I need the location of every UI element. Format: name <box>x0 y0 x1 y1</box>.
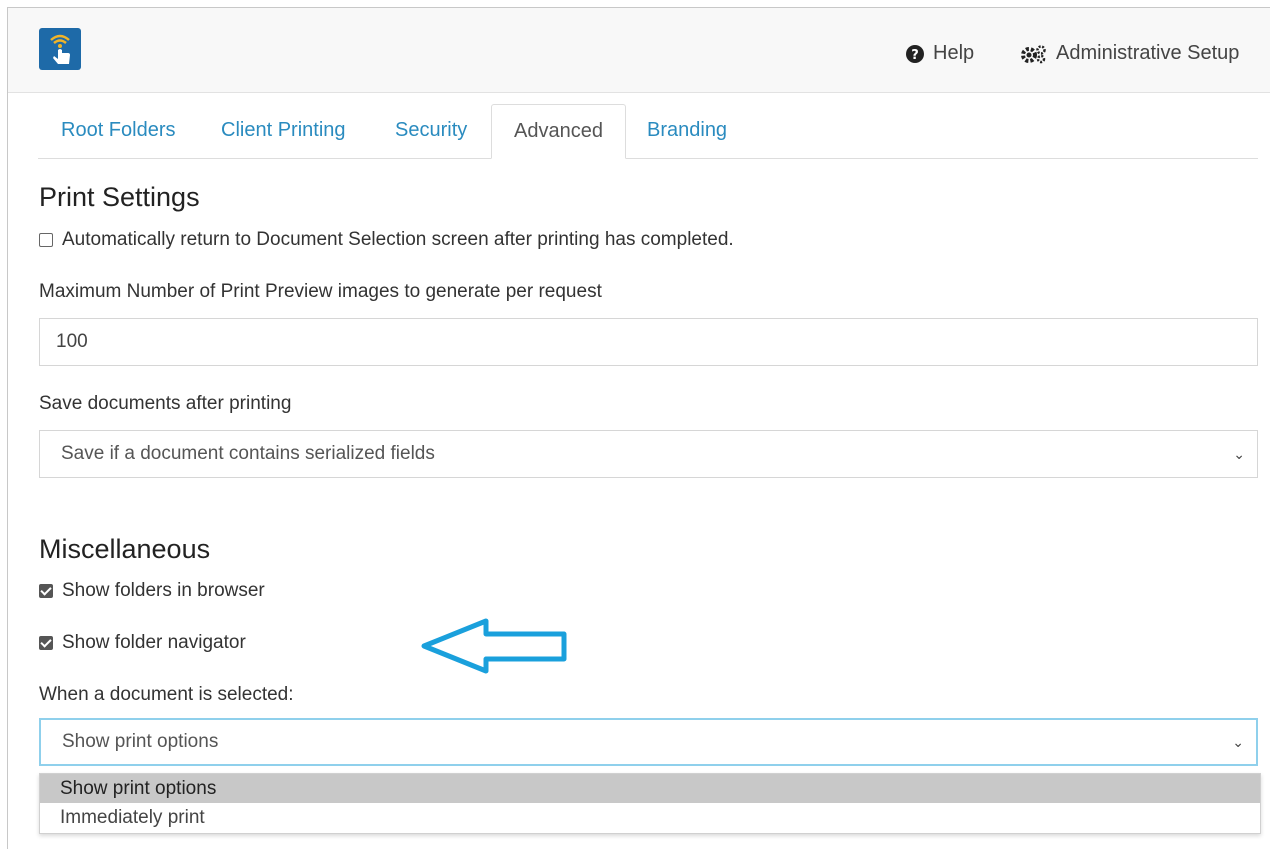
settings-tabs: Root Folders Client Printing Security Ad… <box>38 104 1258 159</box>
help-link[interactable]: ? Help <box>905 42 974 65</box>
question-circle-icon: ? <box>906 44 924 63</box>
app-logo[interactable] <box>39 28 81 70</box>
doc-selected-value: Show print options <box>62 731 219 752</box>
miscellaneous-heading: Miscellaneous <box>39 534 211 564</box>
tab-security[interactable]: Security <box>373 104 489 156</box>
save-docs-select[interactable]: Save if a document contains serialized f… <box>39 430 1258 478</box>
doc-selected-select[interactable]: Show print options ⌄ <box>39 718 1258 766</box>
show-folders-option[interactable]: Show folders in browser <box>39 580 265 602</box>
doc-selected-dropdown: Show print options Immediately print <box>39 773 1261 834</box>
chevron-down-icon: ⌄ <box>1233 446 1245 462</box>
auto-return-checkbox[interactable] <box>39 233 53 247</box>
administrative-setup-link[interactable]: Administrative Setup <box>1020 42 1239 65</box>
save-docs-value: Save if a document contains serialized f… <box>61 443 435 464</box>
doc-selected-label: When a document is selected: <box>39 684 294 705</box>
auto-return-option[interactable]: Automatically return to Document Selecti… <box>39 229 734 251</box>
svg-text:?: ? <box>911 48 919 63</box>
max-preview-input[interactable]: 100 <box>39 318 1258 366</box>
tab-branding[interactable]: Branding <box>625 104 749 156</box>
option-show-print-options[interactable]: Show print options <box>40 774 1260 803</box>
tab-advanced[interactable]: Advanced <box>491 104 626 159</box>
top-navbar: ? Help Administrative Setup <box>8 8 1270 93</box>
show-navigator-checkbox[interactable] <box>39 636 53 650</box>
show-navigator-option[interactable]: Show folder navigator <box>39 632 246 654</box>
save-docs-label: Save documents after printing <box>39 393 292 414</box>
tab-client-printing[interactable]: Client Printing <box>199 104 368 156</box>
help-label: Help <box>933 42 975 64</box>
show-folders-label: Show folders in browser <box>62 580 265 601</box>
touch-wifi-icon <box>50 34 70 64</box>
show-navigator-label: Show folder navigator <box>62 632 246 653</box>
print-settings-heading: Print Settings <box>39 182 200 212</box>
auto-return-label: Automatically return to Document Selecti… <box>62 229 734 250</box>
gears-icon <box>1021 44 1046 63</box>
show-folders-checkbox[interactable] <box>39 584 53 598</box>
app-window: ? Help Administrative Setup Root Folders… <box>7 7 1270 849</box>
tab-root-folders[interactable]: Root Folders <box>39 104 198 156</box>
left-arrow-annotation-icon <box>421 618 567 674</box>
option-immediately-print[interactable]: Immediately print <box>40 803 1260 832</box>
chevron-down-icon: ⌄ <box>1232 734 1244 750</box>
admin-label: Administrative Setup <box>1056 42 1240 64</box>
max-preview-label: Maximum Number of Print Preview images t… <box>39 281 602 302</box>
